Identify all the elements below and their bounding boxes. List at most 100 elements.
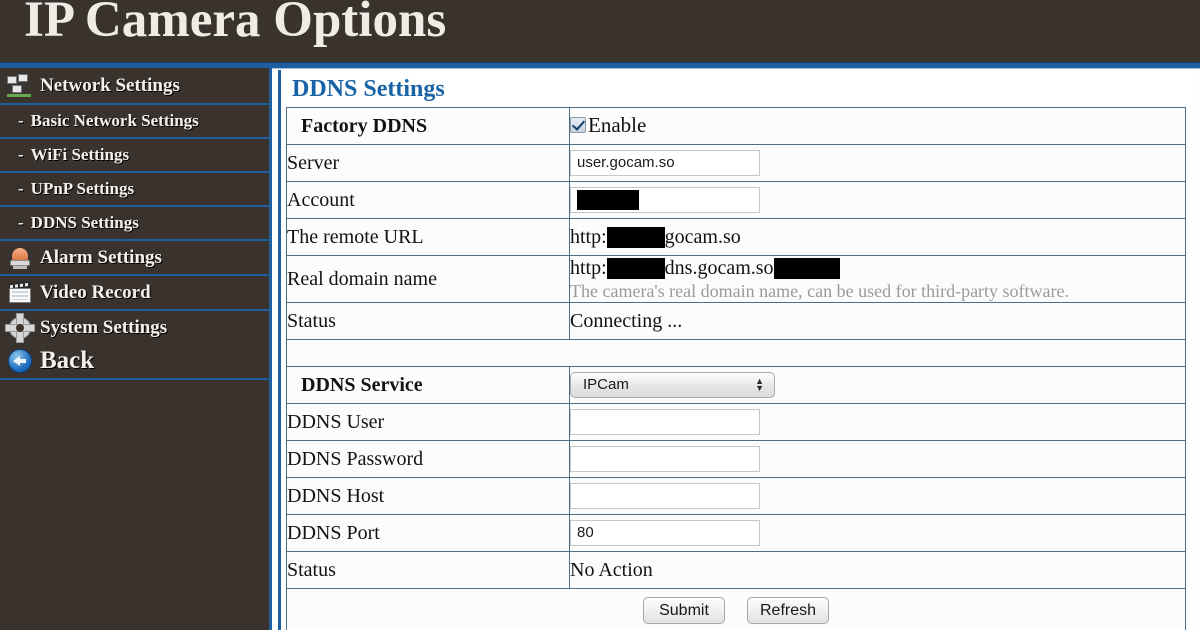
- row-label: DDNS Host: [286, 477, 570, 515]
- row-value: No Action: [569, 551, 1186, 589]
- sidebar-item-basic-network-settings[interactable]: - Basic Network Settings: [0, 103, 269, 137]
- sidebar-item-label: System Settings: [40, 316, 168, 338]
- sidebar-item-network-settings[interactable]: Network Settings: [0, 68, 269, 103]
- redaction-bar: [773, 258, 840, 280]
- sidebar-item-system-settings[interactable]: System Settings: [0, 309, 269, 344]
- table-row-real-domain-name: Real domain name http: dns.gocam.so The c…: [286, 255, 1186, 303]
- table-row-account: Account: [286, 181, 1186, 219]
- app-header: IP Camera Options: [0, 0, 1200, 62]
- url-prefix: http:: [570, 256, 607, 279]
- sidebar-item-wifi-settings[interactable]: - WiFi Settings: [0, 137, 269, 171]
- row-value: IPCam ▲ ▼: [569, 366, 1186, 404]
- sidebar-item-label: Network Settings: [40, 74, 180, 96]
- bullet-dash-icon: -: [18, 213, 24, 232]
- row-label: DDNS User: [286, 403, 570, 441]
- gear-icon: [6, 313, 36, 342]
- page-title: IP Camera Options: [24, 0, 447, 48]
- row-label: Status: [286, 551, 570, 589]
- factory-ddns-enable-toggle[interactable]: Enable: [570, 113, 646, 138]
- ddns-port-input[interactable]: 80: [570, 520, 760, 546]
- row-label: Server: [286, 144, 570, 182]
- panel-title: DDNS Settings: [292, 76, 445, 102]
- row-value: [569, 440, 1186, 478]
- alarm-icon: [6, 245, 36, 271]
- row-value: [569, 477, 1186, 515]
- row-label: DDNS Port: [286, 514, 570, 552]
- table-row-ddns-password: DDNS Password: [286, 440, 1186, 478]
- checkbox-checked-icon[interactable]: [570, 117, 586, 134]
- select-stepper-arrows-icon[interactable]: ▲ ▼: [755, 377, 764, 393]
- bullet-dash-icon: -: [18, 179, 24, 198]
- row-value: http: gocam.so: [569, 218, 1186, 256]
- row-value: 80: [569, 514, 1186, 552]
- ddns-service-selected-value: IPCam: [583, 376, 629, 393]
- row-label: Account: [286, 181, 570, 219]
- redaction-bar: [606, 227, 665, 249]
- sidebar-item-label: Basic Network Settings: [30, 111, 199, 130]
- ddns-password-input[interactable]: [570, 446, 760, 472]
- ddns-user-input[interactable]: [570, 409, 760, 435]
- row-label: Status: [286, 302, 570, 340]
- row-label: DDNS Service: [286, 366, 570, 404]
- network-icon: [6, 73, 36, 99]
- sidebar-item-video-record[interactable]: Video Record: [0, 274, 269, 309]
- sidebar-item-label: UPnP Settings: [30, 179, 135, 198]
- redaction-bar: [606, 258, 665, 280]
- submit-button[interactable]: Submit: [643, 596, 725, 624]
- bullet-dash-icon: -: [18, 111, 24, 130]
- account-input[interactable]: [570, 187, 760, 213]
- table-row-factory-ddns: Factory DDNS Enable: [286, 107, 1186, 145]
- table-row-ddns-host: DDNS Host: [286, 477, 1186, 515]
- url-middle: dns.gocam.so: [664, 256, 774, 279]
- sidebar-item-alarm-settings[interactable]: Alarm Settings: [0, 239, 269, 274]
- real-domain-hint: The camera's real domain name, can be us…: [570, 280, 1070, 301]
- back-arrow-icon: [6, 348, 36, 374]
- table-row-ddns-user: DDNS User: [286, 403, 1186, 441]
- sidebar-item-label: Back: [40, 347, 95, 374]
- sidebar-item-back[interactable]: Back: [0, 344, 269, 378]
- spacer-cell: [286, 339, 1186, 367]
- action-buttons-cell: Submit Refresh: [286, 588, 1186, 630]
- row-label: Factory DDNS: [286, 107, 570, 145]
- table-row-remote-url: The remote URL http: gocam.so: [286, 218, 1186, 256]
- sidebar-item-label: WiFi Settings: [30, 145, 130, 164]
- row-value: [569, 403, 1186, 441]
- sidebar-filler: [0, 378, 269, 390]
- row-value: [569, 181, 1186, 219]
- row-value: Enable: [569, 107, 1186, 145]
- ddns-settings-table: Factory DDNS Enable Server user.gocam.so: [286, 107, 1186, 630]
- row-label: The remote URL: [286, 218, 570, 256]
- sidebar-item-upnp-settings[interactable]: - UPnP Settings: [0, 171, 269, 205]
- row-label: Real domain name: [286, 255, 570, 303]
- content-panel: DDNS Settings Factory DDNS Enable Server: [278, 70, 1194, 630]
- table-row-ddns-port: DDNS Port 80: [286, 514, 1186, 552]
- table-row-status-factory: Status Connecting ...: [286, 302, 1186, 340]
- remote-url-text: http: gocam.so: [570, 225, 741, 249]
- table-row-ddns-service: DDNS Service IPCam ▲ ▼: [286, 366, 1186, 404]
- redaction-bar: [577, 189, 639, 210]
- film-icon: [6, 280, 36, 306]
- sidebar-item-label: DDNS Settings: [30, 213, 139, 232]
- table-row-server: Server user.gocam.so: [286, 144, 1186, 182]
- server-input[interactable]: user.gocam.so: [570, 150, 760, 176]
- real-domain-text: http: dns.gocam.so: [570, 256, 840, 280]
- table-spacer-row: [286, 339, 1186, 367]
- url-suffix: gocam.so: [664, 225, 741, 248]
- page-root: IP Camera Options Network Settings - Bas…: [0, 0, 1200, 630]
- table-row-actions: Submit Refresh: [286, 588, 1186, 630]
- url-prefix: http:: [570, 225, 607, 248]
- row-label: DDNS Password: [286, 440, 570, 478]
- row-value: user.gocam.so: [569, 144, 1186, 182]
- table-row-status-ddns: Status No Action: [286, 551, 1186, 589]
- sidebar-item-label: Video Record: [40, 281, 151, 303]
- row-value: http: dns.gocam.so The camera's real doma…: [569, 255, 1186, 303]
- sidebar-item-label: Alarm Settings: [40, 246, 162, 268]
- row-value: Connecting ...: [569, 302, 1186, 340]
- refresh-button[interactable]: Refresh: [747, 596, 829, 624]
- ddns-service-select[interactable]: IPCam ▲ ▼: [570, 372, 775, 398]
- sidebar-item-ddns-settings[interactable]: - DDNS Settings: [0, 205, 269, 239]
- sidebar-nav: Network Settings - Basic Network Setting…: [0, 68, 272, 630]
- checkbox-label: Enable: [588, 112, 647, 137]
- bullet-dash-icon: -: [18, 145, 24, 164]
- ddns-host-input[interactable]: [570, 483, 760, 509]
